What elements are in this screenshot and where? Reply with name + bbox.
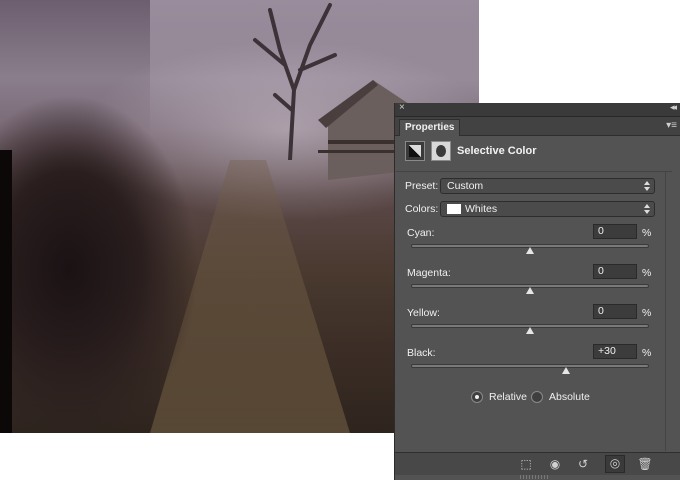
slider-value-input[interactable]: +30 [593, 344, 637, 359]
slider-label: Cyan: [407, 227, 435, 239]
percent-unit: % [642, 307, 652, 319]
slider-thumb[interactable] [526, 247, 534, 254]
adjustment-header: Selective Color [405, 141, 675, 163]
colors-value: Whites [465, 203, 498, 215]
panel-menu-icon[interactable]: ▾≡ [666, 120, 677, 131]
divider [396, 171, 672, 172]
visibility-eye-icon[interactable]: ◎ [605, 455, 625, 473]
preset-dropdown[interactable]: Custom [440, 178, 655, 194]
panel-titlebar: × ◂◂ [395, 102, 680, 117]
preset-value: Custom [447, 180, 484, 192]
properties-panel: × ◂◂ Properties ▾≡ Selective Color Prese… [394, 102, 680, 480]
percent-unit: % [642, 347, 652, 359]
radio-label: Relative [489, 391, 527, 403]
reset-icon[interactable]: ↺ [575, 457, 591, 471]
percent-unit: % [642, 267, 652, 279]
slider-label: Black: [407, 347, 436, 359]
trash-icon[interactable]: 🗑 [637, 457, 653, 471]
slider-track[interactable] [411, 364, 649, 368]
radio-relative[interactable] [471, 391, 483, 403]
method-radio-group: Relative Absolute [471, 390, 661, 406]
dropdown-arrows-icon [644, 203, 650, 215]
clip-to-layer-icon[interactable]: ⬚ [518, 457, 534, 471]
dark-bushes [0, 70, 230, 433]
scrollbar[interactable] [665, 171, 676, 451]
panel-footer: ⬚ ◉ ↺ ◎ 🗑 [395, 452, 680, 475]
close-icon[interactable]: × [399, 102, 405, 113]
collapse-icon[interactable]: ◂◂ [670, 102, 677, 113]
color-swatch [447, 204, 461, 214]
dropdown-arrows-icon [644, 180, 650, 192]
dark-edge [0, 150, 12, 433]
slider-thumb[interactable] [526, 287, 534, 294]
layer-mask-icon[interactable] [431, 141, 451, 161]
adjustment-title: Selective Color [457, 145, 537, 157]
preset-label: Preset: [405, 180, 439, 192]
slider-value-input[interactable]: 0 [593, 264, 637, 279]
slider-thumb[interactable] [561, 367, 570, 374]
adjustment-layer-icon[interactable] [405, 141, 425, 161]
resize-grip[interactable] [520, 475, 550, 479]
radio-label: Absolute [549, 391, 590, 403]
slider-label: Magenta: [407, 267, 451, 279]
slider-value-input[interactable]: 0 [593, 224, 637, 239]
slider-thumb[interactable] [526, 327, 534, 334]
view-previous-state-icon[interactable]: ◉ [547, 457, 563, 471]
slider-label: Yellow: [407, 307, 440, 319]
tab-bar: Properties ▾≡ [395, 117, 680, 136]
slider-value-input[interactable]: 0 [593, 304, 637, 319]
radio-absolute[interactable] [531, 391, 543, 403]
colors-label: Colors: [405, 203, 439, 215]
colors-dropdown[interactable]: Whites [440, 201, 655, 217]
percent-unit: % [642, 227, 652, 239]
tab-properties[interactable]: Properties [399, 119, 461, 136]
